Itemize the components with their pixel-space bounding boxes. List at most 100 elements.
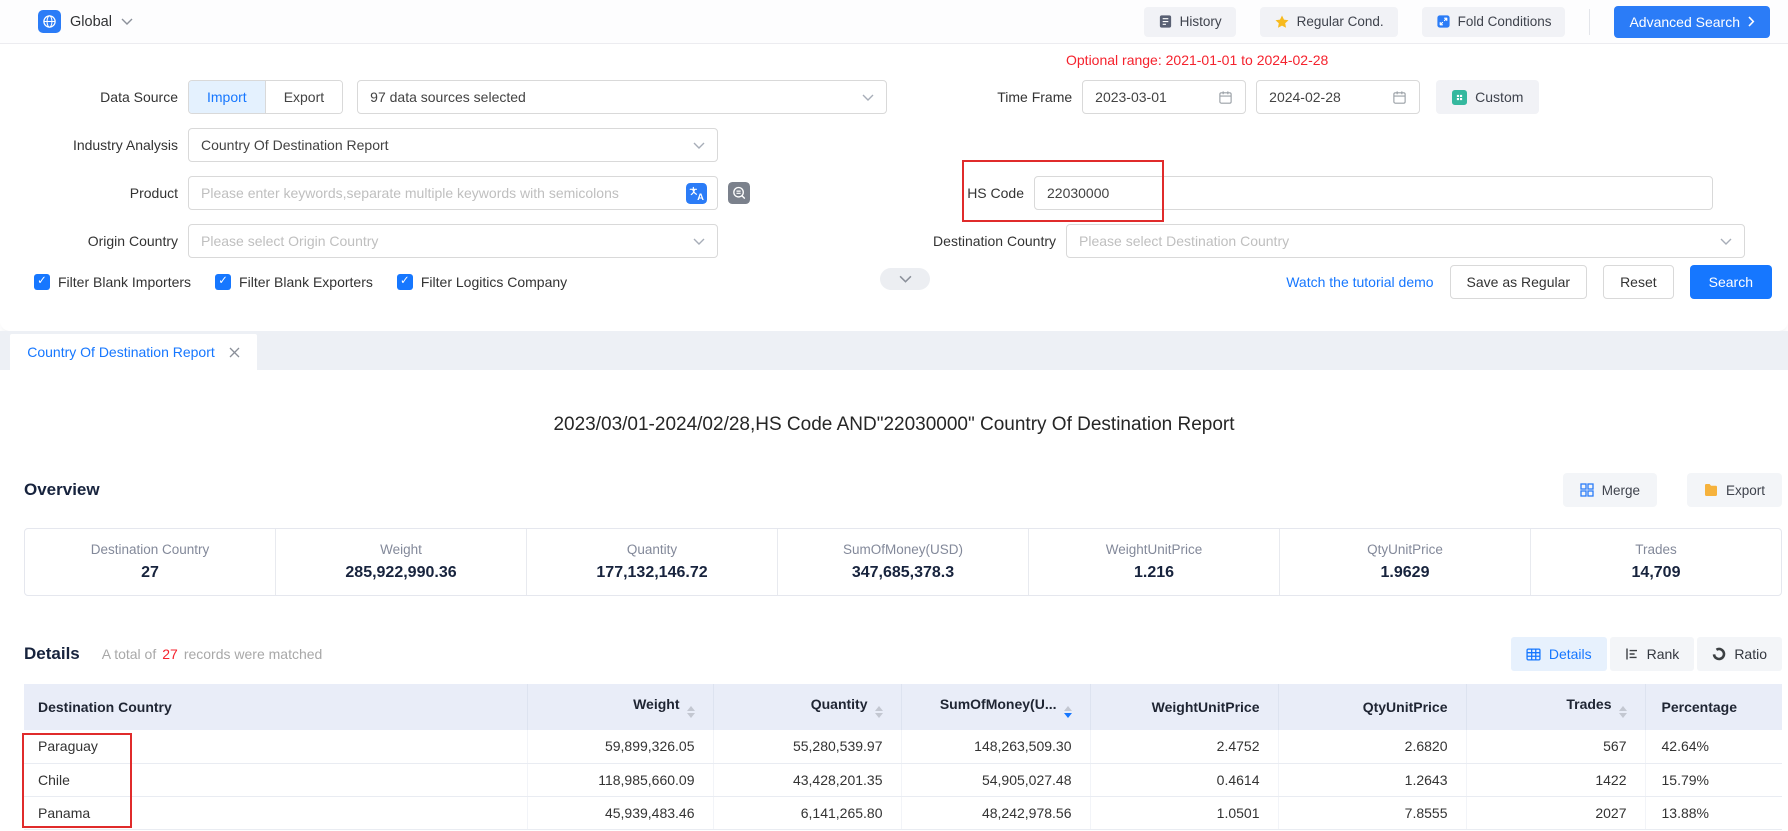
- collapse-conditions-button[interactable]: [880, 268, 930, 290]
- column-header-destination-country: Destination Country: [24, 684, 527, 730]
- reset-button[interactable]: Reset: [1603, 265, 1674, 299]
- merge-icon: [1580, 483, 1594, 497]
- stat-label: Weight: [380, 542, 422, 557]
- stat-label: Quantity: [627, 542, 677, 557]
- ratio-icon: [1712, 647, 1726, 661]
- view-details-label: Details: [1549, 646, 1592, 662]
- stat-label: Destination Country: [91, 542, 210, 557]
- save-as-regular-button[interactable]: Save as Regular: [1450, 265, 1588, 299]
- history-label: History: [1180, 14, 1222, 29]
- row-product: Product A HS Code: [0, 176, 1788, 210]
- custom-label: Custom: [1475, 89, 1523, 105]
- region-selector[interactable]: Global: [38, 10, 133, 33]
- view-rank-button[interactable]: Rank: [1610, 637, 1695, 671]
- industry-label: Industry Analysis: [0, 137, 178, 153]
- calendar-icon: [1392, 90, 1407, 105]
- custom-range-button[interactable]: Custom: [1436, 80, 1539, 114]
- import-toggle[interactable]: Import: [189, 81, 265, 113]
- checkbox-filter-blank-exporters[interactable]: ✓ Filter Blank Exporters: [215, 274, 373, 290]
- column-header-weight-unit-price: WeightUnitPrice: [1090, 684, 1278, 730]
- view-ratio-label: Ratio: [1734, 646, 1767, 662]
- destination-country-select[interactable]: Please select Destination Country: [1066, 224, 1745, 258]
- cell-weight: 118,985,660.09: [527, 763, 713, 796]
- cell-sum: 54,905,027.48: [901, 763, 1090, 796]
- date-start-field[interactable]: [1082, 80, 1246, 114]
- cell-quantity: 6,141,265.80: [713, 796, 901, 829]
- match-prefix: A total of: [102, 646, 156, 662]
- tab-country-of-destination-report[interactable]: Country Of Destination Report: [10, 334, 257, 370]
- top-bar: Global History Regular Cond.: [0, 0, 1788, 44]
- filter-panel: Optional range: 2021-01-01 to 2024-02-28…: [0, 44, 1788, 331]
- stat-value: 1.9629: [1381, 564, 1430, 582]
- stat-label: SumOfMoney(USD): [843, 542, 963, 557]
- row-industry: Industry Analysis Country Of Destination…: [0, 128, 1788, 162]
- translate-icon[interactable]: A: [686, 183, 707, 204]
- tab-strip: Country Of Destination Report: [0, 331, 1788, 370]
- cell-weight-unit-price: 2.4752: [1090, 730, 1278, 763]
- cell-qty-unit-price: 7.8555: [1278, 796, 1466, 829]
- checkbox-importers-label: Filter Blank Importers: [58, 274, 191, 290]
- sort-icons[interactable]: [875, 706, 883, 718]
- form-actions: Watch the tutorial demo Save as Regular …: [1286, 265, 1788, 299]
- table-row[interactable]: Paraguay 59,899,326.05 55,280,539.97 148…: [24, 730, 1782, 763]
- stat-value: 14,709: [1632, 564, 1681, 582]
- cell-percentage: 15.79%: [1645, 763, 1782, 796]
- merge-button[interactable]: Merge: [1563, 473, 1657, 507]
- date-end-input[interactable]: [1269, 89, 1379, 105]
- search-button[interactable]: Search: [1690, 265, 1772, 299]
- history-button[interactable]: History: [1144, 7, 1236, 37]
- hs-code-field[interactable]: [1034, 176, 1713, 210]
- date-start-input[interactable]: [1095, 89, 1205, 105]
- stat-value: 285,922,990.36: [345, 564, 456, 582]
- regular-cond-label: Regular Cond.: [1297, 14, 1384, 29]
- origin-country-select[interactable]: Please select Origin Country: [188, 224, 718, 258]
- table-row[interactable]: Chile 118,985,660.09 43,428,201.35 54,90…: [24, 763, 1782, 796]
- tutorial-link[interactable]: Watch the tutorial demo: [1286, 274, 1433, 290]
- cell-country: Chile: [24, 763, 527, 796]
- date-end-field[interactable]: [1256, 80, 1420, 114]
- checkbox-logistics-label: Filter Logitics Company: [421, 274, 567, 290]
- sort-icons-active-desc[interactable]: [1064, 706, 1072, 718]
- fold-conditions-button[interactable]: Fold Conditions: [1422, 7, 1566, 37]
- cell-percentage: 13.88%: [1645, 796, 1782, 829]
- view-details-button[interactable]: Details: [1511, 637, 1607, 671]
- product-input[interactable]: [201, 185, 675, 201]
- stat-qty-unit-price: QtyUnitPrice 1.9629: [1279, 529, 1530, 595]
- product-field[interactable]: A: [188, 176, 718, 210]
- details-heading: Details: [24, 644, 80, 664]
- data-sources-select[interactable]: 97 data sources selected: [357, 80, 887, 114]
- precise-search-icon[interactable]: [728, 182, 750, 204]
- hs-code-input[interactable]: [1047, 185, 1700, 201]
- checkbox-filter-logistics-company[interactable]: ✓ Filter Logitics Company: [397, 274, 567, 290]
- column-header-weight[interactable]: Weight: [527, 684, 713, 730]
- export-toggle[interactable]: Export: [265, 81, 342, 113]
- checkbox-filter-blank-importers[interactable]: ✓ Filter Blank Importers: [34, 274, 191, 290]
- cell-weight-unit-price: 1.0501: [1090, 796, 1278, 829]
- regular-cond-button[interactable]: Regular Cond.: [1260, 7, 1398, 37]
- table-row[interactable]: Panama 45,939,483.46 6,141,265.80 48,242…: [24, 796, 1782, 829]
- chevron-right-icon: [1748, 16, 1755, 27]
- close-icon[interactable]: [229, 347, 240, 358]
- cell-qty-unit-price: 1.2643: [1278, 763, 1466, 796]
- sort-icons[interactable]: [1619, 706, 1627, 718]
- match-summary: A total of 27 records were matched: [102, 646, 323, 662]
- stat-destination-country: Destination Country 27: [25, 529, 275, 595]
- view-ratio-button[interactable]: Ratio: [1697, 637, 1782, 671]
- table-header-row: Destination Country Weight Quantity SumO…: [24, 684, 1782, 730]
- origin-placeholder: Please select Origin Country: [201, 233, 378, 249]
- export-label: Export: [1726, 483, 1765, 498]
- stat-value: 177,132,146.72: [596, 564, 707, 582]
- column-header-trades[interactable]: Trades: [1466, 684, 1645, 730]
- export-button[interactable]: Export: [1687, 473, 1782, 507]
- sort-icons[interactable]: [687, 706, 695, 718]
- overview-heading: Overview: [24, 480, 100, 500]
- hs-code-label: HS Code: [750, 185, 1024, 201]
- advanced-search-button[interactable]: Advanced Search: [1614, 6, 1770, 38]
- column-header-sum-of-money[interactable]: SumOfMoney(U...: [901, 684, 1090, 730]
- column-header-quantity[interactable]: Quantity: [713, 684, 901, 730]
- match-suffix: records were matched: [184, 646, 323, 662]
- data-sources-value: 97 data sources selected: [370, 89, 526, 105]
- cell-country: Paraguay: [24, 730, 527, 763]
- industry-select[interactable]: Country Of Destination Report: [188, 128, 718, 162]
- product-label: Product: [0, 185, 178, 201]
